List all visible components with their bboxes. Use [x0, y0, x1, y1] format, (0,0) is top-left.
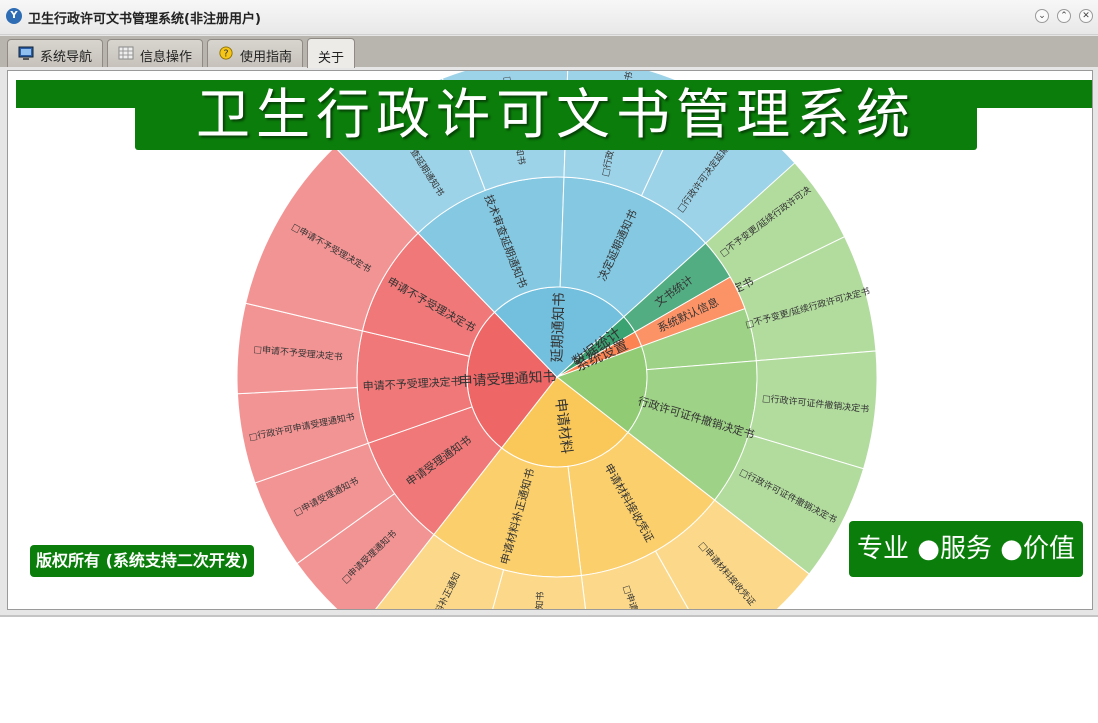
- monitor-icon: [18, 46, 34, 60]
- tab-label: 使用指南: [240, 50, 293, 65]
- grid-icon: [118, 46, 134, 60]
- about-panel: □不予行政许□不予行政许可不予行政许可决定书□不予变更/延续行政许可决□不予变更…: [7, 70, 1093, 610]
- title-bar: Y 卫生行政许可文书管理系统(非注册用户) ⌄ ⌃ ✕: [0, 0, 1098, 35]
- tab-label: 系统导航: [40, 50, 93, 65]
- tab-bar: 系统导航 信息操作 ? 使用指南 关于: [0, 36, 1098, 68]
- minimize-button[interactable]: ⌄: [1035, 9, 1049, 23]
- app-logo-icon: Y: [6, 8, 22, 24]
- tab-info-operation[interactable]: 信息操作: [107, 39, 203, 67]
- tab-label: 信息操作: [140, 50, 193, 65]
- system-banner: 卫生行政许可文书管理系统: [135, 80, 977, 150]
- copyright-label: 版权所有 (系统支持二次开发): [30, 545, 255, 577]
- maximize-button[interactable]: ⌃: [1057, 9, 1071, 23]
- window-title: 卫生行政许可文书管理系统(非注册用户): [28, 12, 261, 27]
- tab-user-guide[interactable]: ? 使用指南: [207, 39, 303, 67]
- close-button[interactable]: ✕: [1079, 9, 1093, 23]
- sunburst-label-level1: 延期通知书: [549, 292, 568, 363]
- tab-about[interactable]: 关于: [307, 38, 355, 68]
- svg-text:?: ?: [223, 49, 228, 60]
- tab-system-navigation[interactable]: 系统导航: [7, 39, 103, 67]
- help-icon: ?: [219, 46, 233, 60]
- slogan-label: 专业 ●服务 ●价值: [849, 521, 1083, 577]
- main-window: Y 卫生行政许可文书管理系统(非注册用户) ⌄ ⌃ ✕ 系统导航 信息操作 ?: [0, 0, 1098, 617]
- tab-label: 关于: [318, 51, 345, 66]
